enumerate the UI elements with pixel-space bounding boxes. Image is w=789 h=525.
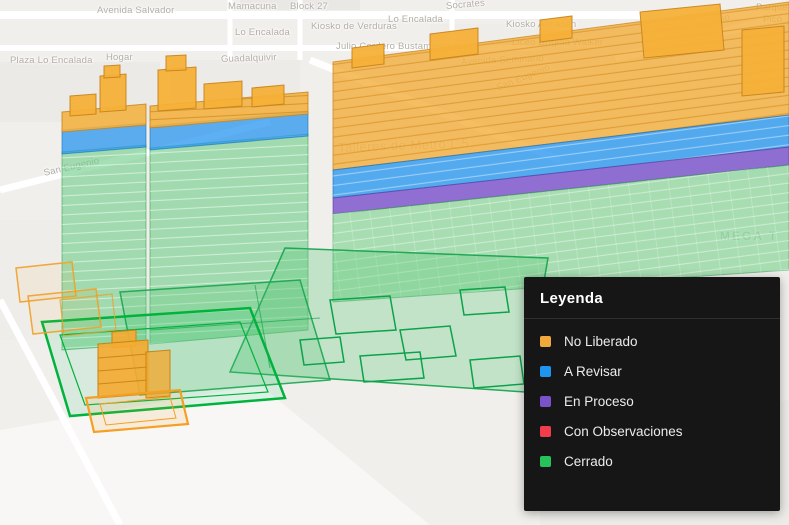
legend-item-no-liberado[interactable]: No Liberado [540,334,764,349]
legend-item-con-observaciones[interactable]: Con Observaciones [540,424,764,439]
status-swatch-con-observaciones [540,426,551,437]
legend-item-a-revisar[interactable]: A Revisar [540,364,764,379]
legend-title: Leyenda [540,290,603,307]
status-swatch-en-proceso [540,396,551,407]
legend-item-en-proceso[interactable]: En Proceso [540,394,764,409]
status-swatch-cerrado [540,456,551,467]
legend-label: A Revisar [564,364,622,379]
status-swatch-a-revisar [540,366,551,377]
legend-label: Con Observaciones [564,424,683,439]
legend-label: En Proceso [564,394,634,409]
legend-label: Cerrado [564,454,613,469]
legend-divider [524,318,780,319]
legend-item-cerrado[interactable]: Cerrado [540,454,764,469]
map-canvas[interactable]: Avenida Salvador Mamacuna Block 27 Socra… [0,0,789,525]
legend-label: No Liberado [564,334,638,349]
status-swatch-no-liberado [540,336,551,347]
legend-panel: Leyenda No Liberado A Revisar En Proceso… [524,277,780,511]
